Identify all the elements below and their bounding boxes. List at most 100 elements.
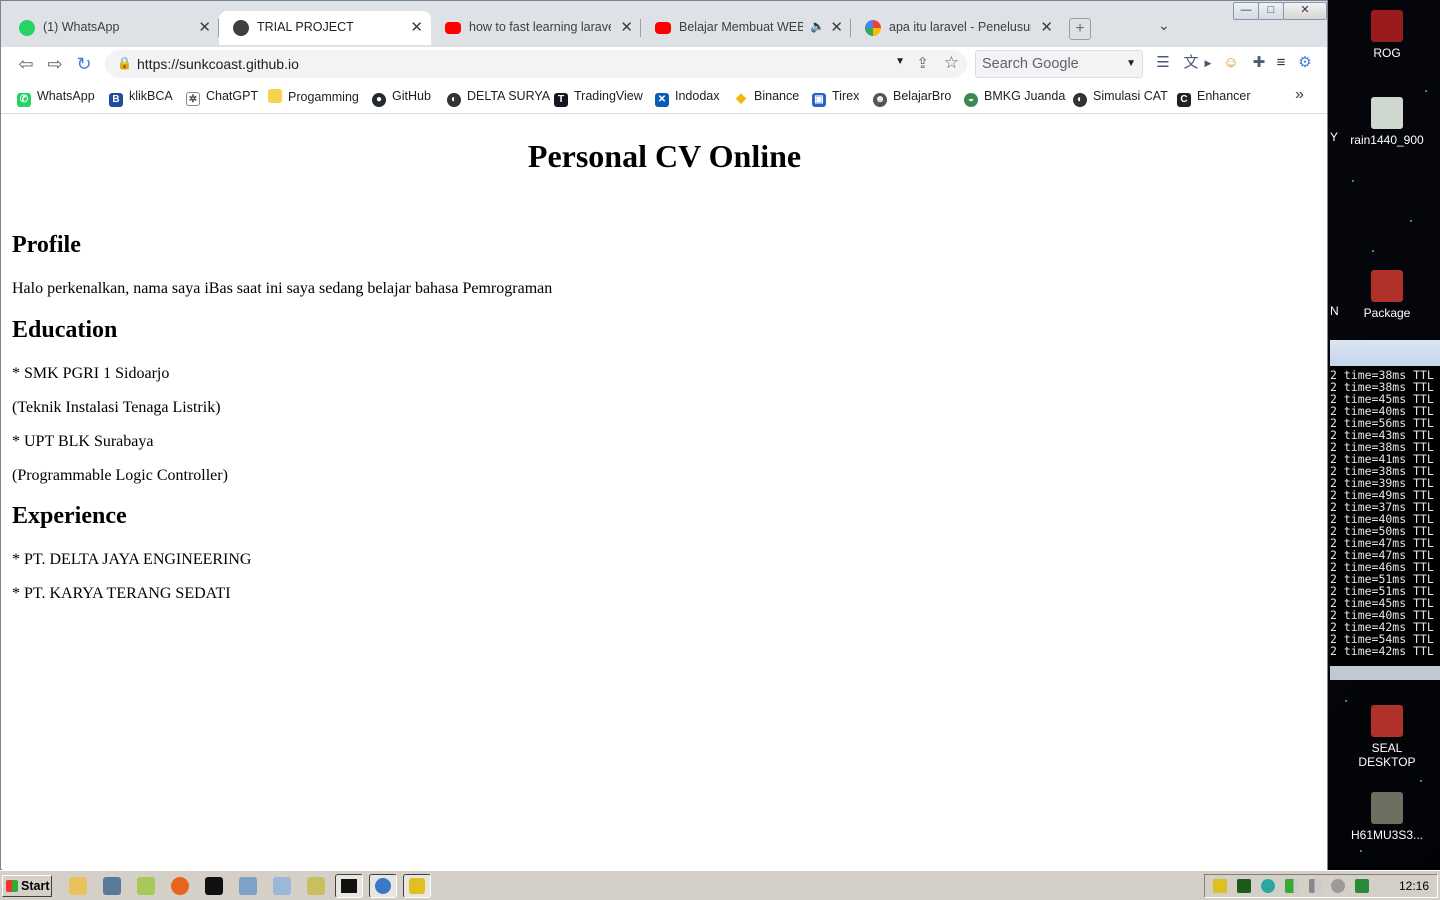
chevron-right-icon[interactable]: ▶ xyxy=(1203,53,1213,73)
puzzle-icon[interactable]: ✚ xyxy=(1249,53,1269,73)
bookmark-delta-surya[interactable]: ◐ DELTA SURYA xyxy=(447,89,550,107)
tab-label: Belajar Membuat WEBSIT xyxy=(679,20,803,34)
tab-google-search[interactable]: apa itu laravel - Penelusuran ✕ xyxy=(851,11,1061,45)
terminal-output: 2 time=38ms TTL 2 time=38ms TTL 2 time=45m… xyxy=(1330,366,1440,657)
tab-youtube-website[interactable]: Belajar Membuat WEBSIT 🔈 ✕ xyxy=(641,11,851,45)
dropdown-arrow-icon[interactable]: ▼ xyxy=(1126,58,1136,69)
tray-app-icon[interactable] xyxy=(1213,879,1227,893)
tab-whatsapp[interactable]: (1) WhatsApp ✕ xyxy=(5,11,219,45)
profile-heading: Profile xyxy=(12,232,81,258)
desktop-icon-wallpaper[interactable]: rain1440_900 xyxy=(1342,97,1432,147)
close-tab-icon[interactable]: ✕ xyxy=(1040,18,1053,36)
audio-playing-icon[interactable]: 🔈 xyxy=(810,19,825,33)
bookmark-tradingview[interactable]: T TradingView xyxy=(554,89,643,107)
bookmark-tirex[interactable]: ▣ Tirex xyxy=(812,89,859,107)
app-window-icon xyxy=(409,878,425,894)
computer-icon[interactable] xyxy=(103,877,121,895)
desktop-icon-h61[interactable]: H61MU3S3... xyxy=(1342,792,1432,842)
tab-label: how to fast learning laravel - xyxy=(469,20,611,34)
tray-network-icon[interactable] xyxy=(1261,879,1275,893)
bookmark-indodax[interactable]: ✕ Indodax xyxy=(655,89,719,107)
bookmark-label: Progamming xyxy=(288,90,359,104)
desktop-icon-rog[interactable]: ROG xyxy=(1342,10,1432,60)
security-icon[interactable] xyxy=(1355,879,1369,893)
bookmark-star-icon[interactable]: ☆ xyxy=(944,53,959,73)
bookmark-progamming[interactable]: Progamming xyxy=(268,89,359,104)
bookmarks-bar: ✆ WhatsApp BklikBCA ✲ ChatGPT Progamming ●… xyxy=(1,81,1327,114)
translate-icon[interactable]: 文 xyxy=(1181,53,1201,73)
clock[interactable]: 12:16 xyxy=(1399,879,1429,893)
chatgpt-icon: ✲ xyxy=(186,92,200,106)
volume-icon[interactable] xyxy=(1331,879,1345,893)
maximize-button[interactable]: □ xyxy=(1258,2,1284,20)
url-text[interactable]: https://sunkcoast.github.io xyxy=(137,56,299,72)
terminal-scrollbar[interactable] xyxy=(1330,666,1440,680)
terminal-titlebar[interactable] xyxy=(1330,340,1440,366)
task-browser-window[interactable] xyxy=(369,874,397,898)
new-tab-button[interactable]: + xyxy=(1069,18,1091,40)
document-icon[interactable] xyxy=(273,877,291,895)
tab-search-chevron-icon[interactable]: ⌄ xyxy=(1158,17,1170,34)
bookmark-github[interactable]: ● GitHub xyxy=(372,89,431,107)
tray-monitor-icon[interactable] xyxy=(1237,879,1251,893)
playlist-icon[interactable]: ≡ xyxy=(1271,53,1291,73)
github-icon: ● xyxy=(372,93,386,107)
web-page-content: Personal CV Online Profile Halo perkenal… xyxy=(2,114,1327,870)
desktop-icon-package[interactable]: Package xyxy=(1342,270,1432,320)
address-bar[interactable]: 🔒 https://sunkcoast.github.io ▼ ⇪ ☆ xyxy=(105,50,967,78)
forward-button[interactable]: ⇨ xyxy=(44,53,66,75)
tab-trial-project[interactable]: TRIAL PROJECT ✕ xyxy=(219,11,431,45)
minimize-button[interactable]: — xyxy=(1233,2,1259,20)
signal-icon[interactable] xyxy=(1285,879,1299,893)
back-button[interactable]: ⇦ xyxy=(15,53,37,75)
close-tab-icon[interactable]: ✕ xyxy=(830,18,843,36)
bookmark-simulasi-cat[interactable]: ◐ Simulasi CAT xyxy=(1073,89,1168,107)
calculator-icon[interactable] xyxy=(239,877,257,895)
experience-item: * PT. KARYA TERANG SEDATI xyxy=(12,585,231,602)
close-tab-icon[interactable]: ✕ xyxy=(198,18,211,36)
task-app-window[interactable] xyxy=(403,874,431,898)
close-tab-icon[interactable]: ✕ xyxy=(620,18,633,36)
tab-youtube-laravel[interactable]: how to fast learning laravel - ✕ xyxy=(431,11,641,45)
bookmark-whatsapp[interactable]: ✆ WhatsApp xyxy=(17,89,95,107)
bookmark-enhancer[interactable]: C Enhancer xyxy=(1177,89,1251,107)
settings-icon[interactable]: ⚙ xyxy=(1295,53,1315,73)
bookmark-belajarbro[interactable]: ☻ BelajarBro xyxy=(873,89,951,107)
desktop-icon-seal-desktop[interactable]: SEAL DESKTOP xyxy=(1342,705,1432,769)
bookmark-klikbca[interactable]: BklikBCA xyxy=(109,89,173,107)
bookmark-bmkg-juanda[interactable]: ◒ BMKG Juanda xyxy=(964,89,1065,107)
search-input[interactable]: Search Google ▼ xyxy=(975,50,1143,78)
start-button[interactable]: Start xyxy=(2,875,52,897)
youtube-icon xyxy=(655,22,671,34)
reload-button[interactable]: ↻ xyxy=(73,53,95,75)
share-icon[interactable]: ⇪ xyxy=(916,54,929,72)
bookmark-label: Tirex xyxy=(832,89,860,103)
terminal-window[interactable]: 2 time=38ms TTL 2 time=38ms TTL 2 time=45m… xyxy=(1330,340,1440,680)
cmd-icon[interactable] xyxy=(205,877,223,895)
notepad-icon[interactable] xyxy=(307,877,325,895)
people-icon[interactable]: ☺ xyxy=(1221,53,1241,73)
bookmark-chatgpt[interactable]: ✲ ChatGPT xyxy=(186,89,258,106)
folder-icon[interactable] xyxy=(69,877,87,895)
close-window-button[interactable]: ✕ xyxy=(1283,2,1327,20)
more-bookmarks-button[interactable]: » xyxy=(1295,86,1304,104)
firefox-icon[interactable] xyxy=(171,877,189,895)
bmkg-icon: ◒ xyxy=(964,93,978,107)
task-cmd-window[interactable] xyxy=(335,874,363,898)
clipped-desktop-label: Y xyxy=(1330,130,1339,144)
close-tab-icon[interactable]: ✕ xyxy=(410,18,423,36)
browser-window: (1) WhatsApp ✕ TRIAL PROJECT ✕ how to fa… xyxy=(0,0,1328,870)
cmd-window-icon xyxy=(341,879,357,893)
signal-icon[interactable] xyxy=(1309,879,1323,893)
dropdown-arrow-icon[interactable]: ▼ xyxy=(895,56,905,67)
files-icon[interactable] xyxy=(137,877,155,895)
bookmark-binance[interactable]: ◆ Binance xyxy=(734,89,799,105)
star xyxy=(1352,180,1354,182)
profile-text: Halo perkenalkan, nama saya iBas saat in… xyxy=(12,280,553,297)
lock-icon[interactable]: 🔒 xyxy=(117,56,132,70)
reader-icon[interactable]: ☰ xyxy=(1153,53,1173,73)
search-placeholder: Search Google xyxy=(982,56,1079,72)
bookmark-label: Enhancer xyxy=(1197,89,1251,103)
image-file-icon xyxy=(1371,97,1403,129)
bookmark-label: BelajarBro xyxy=(893,89,952,103)
